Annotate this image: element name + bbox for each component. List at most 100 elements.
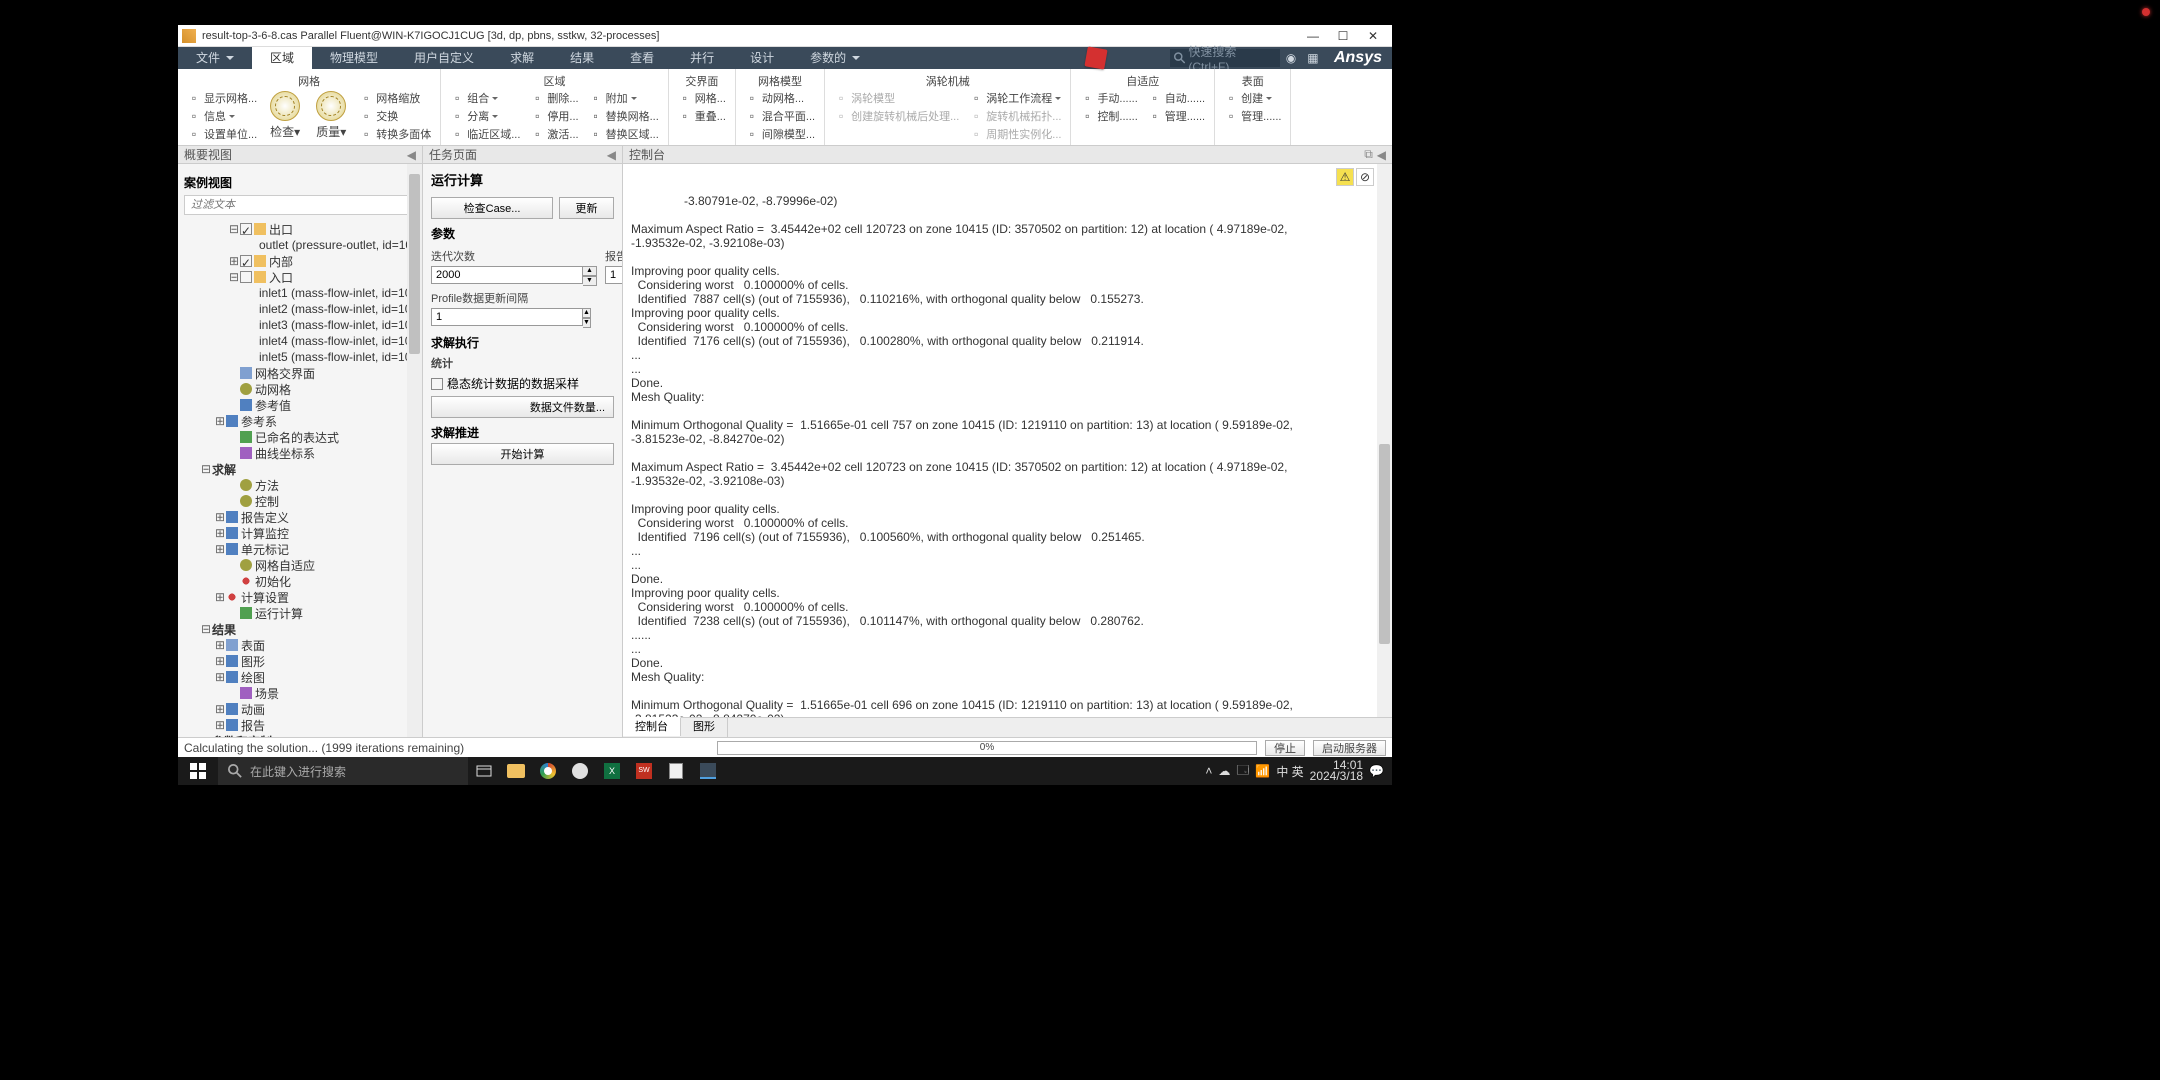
ribbon-button[interactable]: ▫停用... xyxy=(527,107,581,125)
tree-node[interactable]: ⊟✓出口 xyxy=(180,221,420,237)
clock[interactable]: 14:01 2024/3/18 xyxy=(1310,760,1363,782)
tree-node[interactable]: 动网格 xyxy=(180,381,420,397)
tray-network-icon[interactable]: 📶 xyxy=(1255,764,1270,778)
checkbox-icon[interactable]: ✓ xyxy=(240,223,252,235)
ribbon-button[interactable]: ▫信息 xyxy=(184,107,260,125)
expand-icon[interactable]: ⊟ xyxy=(200,622,212,636)
ribbon-button[interactable]: ▫分离 xyxy=(447,107,523,125)
expand-icon[interactable]: ⊞ xyxy=(214,542,226,556)
ribbon-big-button[interactable]: 质量▾ xyxy=(310,89,352,142)
iter-spinner[interactable]: ▲▼ xyxy=(431,266,597,286)
tree-node[interactable]: 曲线坐标系 xyxy=(180,445,420,461)
tree-node[interactable]: ⊞绘图 xyxy=(180,669,420,685)
tree-node[interactable]: ⊞单元标记 xyxy=(180,541,420,557)
check-case-button[interactable]: 检查Case... xyxy=(431,197,553,219)
menu-tab-7[interactable]: 并行 xyxy=(672,47,732,69)
taskbar-search[interactable]: 在此键入进行搜索 xyxy=(218,757,468,785)
notepad-icon[interactable] xyxy=(660,757,692,785)
ribbon-button[interactable]: ▫手动...... xyxy=(1077,89,1140,107)
tray-icon[interactable]: 🗔 xyxy=(1236,761,1249,782)
collapse-icon[interactable]: ◀ xyxy=(607,148,616,162)
tree-node[interactable]: 方法 xyxy=(180,477,420,493)
ribbon-button[interactable]: ▫创建 xyxy=(1221,89,1284,107)
tree-node[interactable]: 网格自适应 xyxy=(180,557,420,573)
collapse-icon[interactable]: ◀ xyxy=(1377,148,1386,162)
iter-input[interactable] xyxy=(431,266,583,284)
record-icon[interactable] xyxy=(1084,46,1107,69)
tree-node[interactable]: inlet2 (mass-flow-inlet, id=103) xyxy=(180,301,420,317)
quick-search[interactable]: 快速搜索 (Ctrl+F) xyxy=(1170,49,1280,67)
expand-icon[interactable]: ⊞ xyxy=(214,526,226,540)
ribbon-button[interactable]: ▫间隙模型... xyxy=(742,125,818,143)
app-icon[interactable] xyxy=(564,757,596,785)
report-input[interactable] xyxy=(605,266,622,284)
expand-icon[interactable]: ⊟ xyxy=(228,270,240,284)
tree-node[interactable]: ⊞报告 xyxy=(180,717,420,733)
tree-node[interactable]: 控制 xyxy=(180,493,420,509)
fluent-icon[interactable] xyxy=(692,757,724,785)
explorer-icon[interactable] xyxy=(500,757,532,785)
ribbon-big-button[interactable]: 检查▾ xyxy=(264,89,306,142)
outline-scrollbar[interactable] xyxy=(407,164,422,737)
profile-spinner[interactable]: ▲▼ xyxy=(431,308,556,328)
expand-icon[interactable]: ⊟ xyxy=(228,222,240,236)
tree-node[interactable]: ⊞计算监控 xyxy=(180,525,420,541)
ribbon-button[interactable]: ▫重叠... xyxy=(675,107,729,125)
ribbon-button[interactable]: ▫混合平面... xyxy=(742,107,818,125)
tree-node[interactable]: inlet4 (mass-flow-inlet, id=105) xyxy=(180,333,420,349)
tree-node[interactable]: ⊞动画 xyxy=(180,701,420,717)
report-spinner[interactable]: ▲▼ xyxy=(605,266,622,286)
ribbon-button[interactable]: ▫涡轮工作流程 xyxy=(966,89,1064,107)
ribbon-button[interactable]: ▫替换网格... xyxy=(586,107,662,125)
tree-node[interactable]: ⊞表面 xyxy=(180,637,420,653)
tree-node[interactable]: 初始化 xyxy=(180,573,420,589)
ribbon-button[interactable]: ▫网格... xyxy=(675,89,729,107)
ribbon-button[interactable]: ▫网格缩放 xyxy=(356,89,434,107)
tree-node[interactable]: ⊞参数和定制 xyxy=(180,733,420,737)
tree-node[interactable]: inlet3 (mass-flow-inlet, id=104) xyxy=(180,317,420,333)
spin-down[interactable]: ▼ xyxy=(583,318,591,328)
tree-node[interactable]: inlet1 (mass-flow-inlet, id=102) xyxy=(180,285,420,301)
datafiles-button[interactable]: 数据文件数量... xyxy=(431,396,614,418)
ime-indicator[interactable]: 中 英 xyxy=(1276,763,1303,780)
ribbon-button[interactable]: ▫替换区域... xyxy=(586,125,662,143)
spin-up[interactable]: ▲ xyxy=(583,266,597,276)
ribbon-button[interactable]: ▫显示网格... xyxy=(184,89,260,107)
profile-input[interactable] xyxy=(431,308,583,326)
ribbon-button[interactable]: ▫管理...... xyxy=(1145,107,1208,125)
expand-icon[interactable]: ⊞ xyxy=(214,702,226,716)
ribbon-button[interactable]: ▫控制...... xyxy=(1077,107,1140,125)
console-body[interactable]: ⚠ ⊘ -3.80791e-02, -8.79996e-02) Maximum … xyxy=(623,164,1392,717)
ribbon-button[interactable]: ▫激活... xyxy=(527,125,581,143)
tree-node[interactable]: ⊞计算设置 xyxy=(180,589,420,605)
spin-up[interactable]: ▲ xyxy=(583,308,591,318)
filter-input[interactable] xyxy=(184,195,416,215)
tree-node[interactable]: ⊞报告定义 xyxy=(180,509,420,525)
expand-icon[interactable]: ⊞ xyxy=(214,718,226,732)
expand-icon[interactable]: ⊞ xyxy=(214,670,226,684)
expand-icon[interactable]: ⊞ xyxy=(200,734,212,737)
ribbon-button[interactable]: ▫自动...... xyxy=(1145,89,1208,107)
ribbon-button[interactable]: ▫设置单位... xyxy=(184,125,260,143)
tree-node[interactable]: inlet5 (mass-flow-inlet, id=106) xyxy=(180,349,420,365)
update-button[interactable]: 更新 xyxy=(559,197,614,219)
menu-tab-3[interactable]: 用户自定义 xyxy=(396,47,492,69)
tree-node[interactable]: ⊞图形 xyxy=(180,653,420,669)
expand-icon[interactable]: ⊞ xyxy=(214,414,226,428)
ribbon-button[interactable]: ▫组合 xyxy=(447,89,523,107)
popout-icon[interactable]: ⧉ xyxy=(1364,147,1373,162)
minimize-button[interactable]: — xyxy=(1298,27,1328,45)
checkbox-icon[interactable] xyxy=(240,271,252,283)
expand-icon[interactable]: ⊞ xyxy=(228,254,240,268)
tree-node[interactable]: 参考值 xyxy=(180,397,420,413)
tree-node[interactable]: 运行计算 xyxy=(180,605,420,621)
chrome-icon[interactable] xyxy=(532,757,564,785)
tree-node[interactable]: outlet (pressure-outlet, id=101) xyxy=(180,237,420,253)
menu-tab-1[interactable]: 区域 xyxy=(252,47,312,69)
ribbon-button[interactable]: ▫动网格... xyxy=(742,89,818,107)
tree-node[interactable]: 已命名的表达式 xyxy=(180,429,420,445)
tree-node[interactable]: 网格交界面 xyxy=(180,365,420,381)
menu-tab-9[interactable]: 参数的 xyxy=(792,47,878,69)
console-tab[interactable]: 图形 xyxy=(681,718,728,737)
settings-icon[interactable]: ▦ xyxy=(1302,47,1324,69)
